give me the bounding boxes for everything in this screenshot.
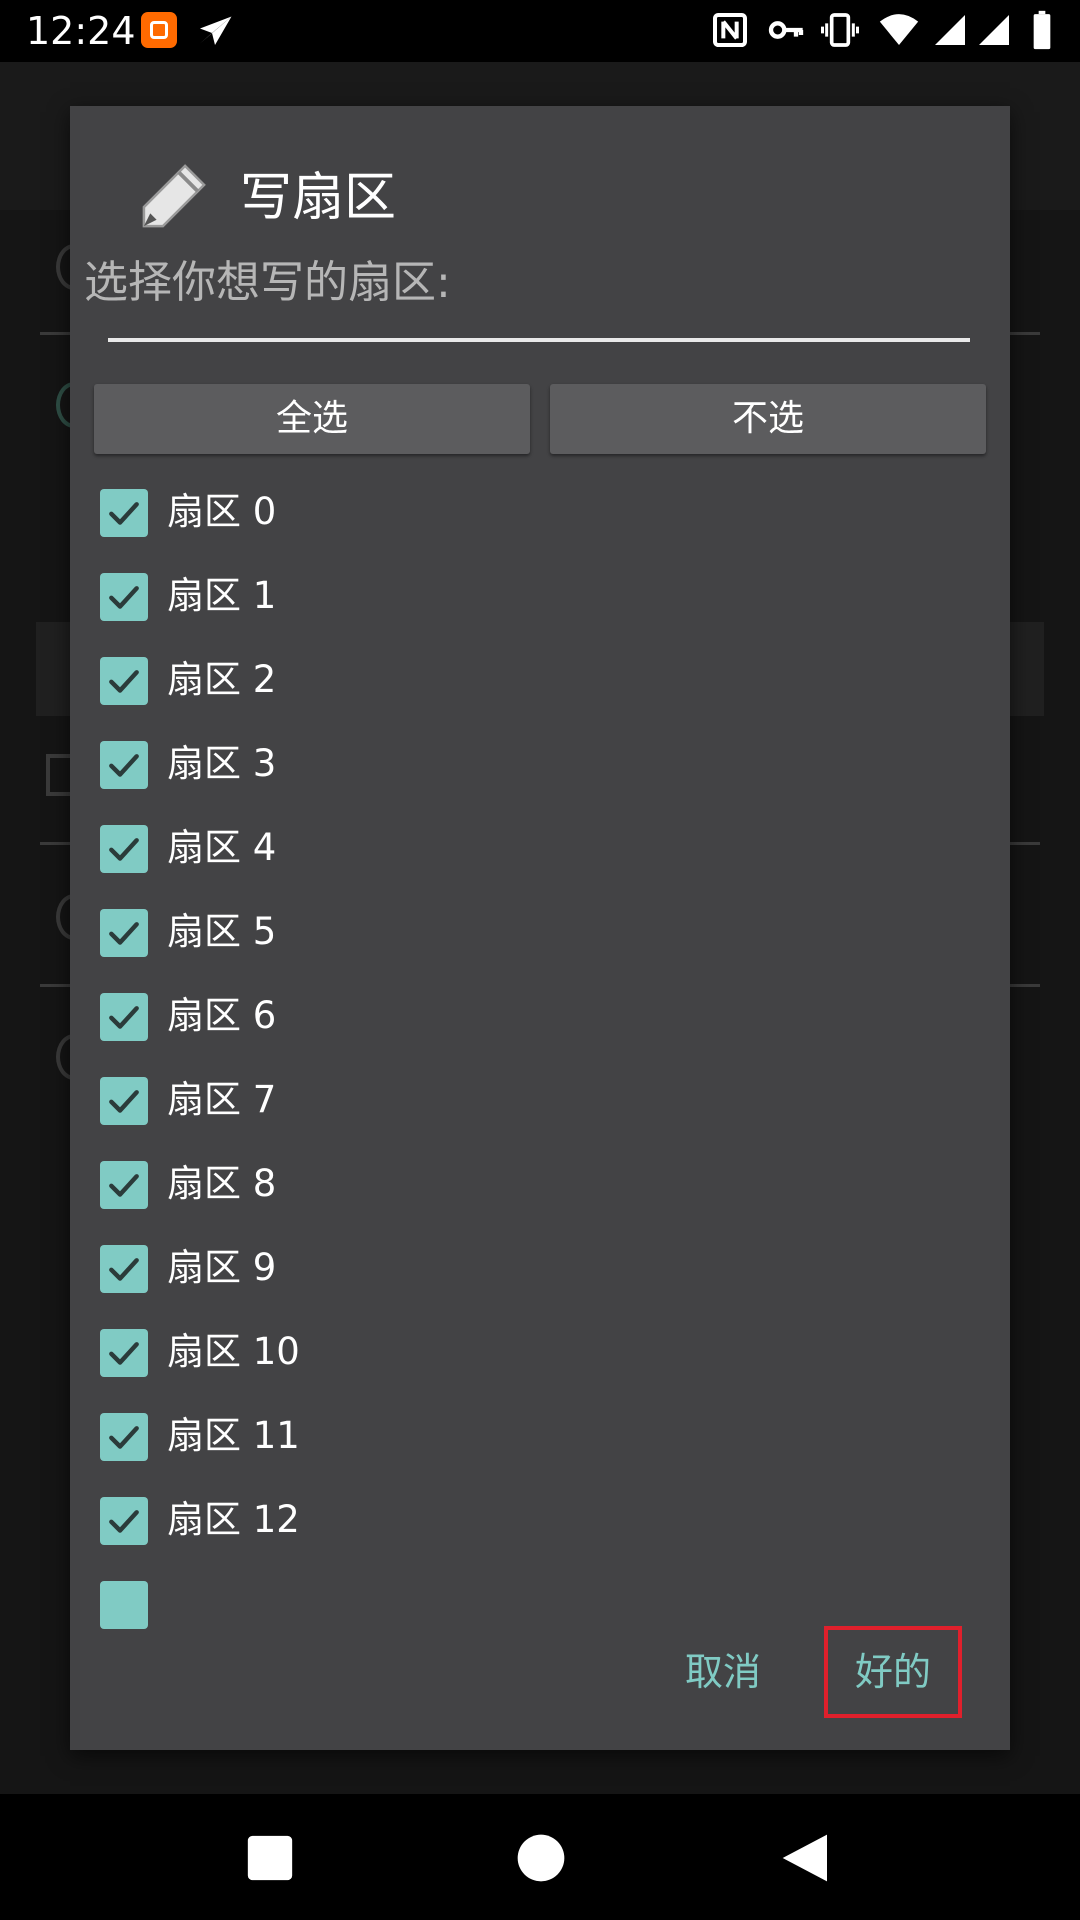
select-none-button[interactable]: 不选	[550, 384, 986, 454]
sector-label: 扇区 5	[167, 910, 277, 953]
sector-label: 扇区 0	[167, 490, 277, 533]
prompt-underline	[108, 338, 970, 342]
sector-list-item[interactable]: 扇区 11	[70, 1392, 1010, 1476]
sector-list-item[interactable]: 扇区 0	[70, 468, 1010, 552]
sector-list[interactable]: 扇区 0 扇区 1 扇区 2 扇区 3 扇区 4 扇区 5 扇区 6 扇区 7 扇区 8 扇区 9…	[70, 468, 1010, 1696]
sector-checkbox[interactable]	[100, 825, 148, 873]
dialog-prompt: 选择你想写的扇区:	[84, 257, 451, 308]
check-icon	[109, 1258, 139, 1281]
sector-checkbox[interactable]	[100, 1077, 148, 1125]
check-icon	[109, 502, 139, 525]
nfc-icon	[713, 13, 747, 47]
signal-icon	[979, 15, 1009, 45]
sector-list-item[interactable]: 扇区 7	[70, 1056, 1010, 1140]
back-triangle-icon[interactable]	[778, 1830, 834, 1886]
send-icon	[200, 16, 232, 45]
sector-checkbox[interactable]	[100, 573, 148, 621]
home-circle-icon[interactable]	[513, 1830, 569, 1886]
sector-checkbox[interactable]	[100, 909, 148, 957]
sector-list-item[interactable]: 扇区 1	[70, 552, 1010, 636]
sector-label: 扇区 1	[167, 574, 277, 617]
sector-label: 扇区 9	[167, 1246, 277, 1289]
ok-button[interactable]: 好的	[824, 1626, 962, 1718]
sector-list-item[interactable]: 扇区 5	[70, 888, 1010, 972]
wifi-icon	[879, 14, 919, 45]
check-icon	[109, 1006, 139, 1029]
status-time: 12:24	[26, 9, 136, 53]
check-icon	[109, 1510, 139, 1533]
sector-checkbox[interactable]	[100, 1329, 148, 1377]
check-icon	[109, 1090, 139, 1113]
check-icon	[109, 922, 139, 945]
sector-checkbox[interactable]	[100, 489, 148, 537]
navigation-bar	[0, 1794, 1080, 1920]
sector-label: 扇区 3	[167, 742, 277, 785]
sector-label: 扇区 10	[167, 1330, 300, 1373]
pencil-icon	[142, 164, 206, 228]
sector-label: 扇区 8	[167, 1162, 277, 1205]
sector-checkbox[interactable]	[100, 993, 148, 1041]
check-icon	[109, 838, 139, 861]
sector-list-item[interactable]: 扇区 9	[70, 1224, 1010, 1308]
check-icon	[109, 1174, 139, 1197]
sector-list-item[interactable]: 扇区 2	[70, 636, 1010, 720]
status-bar: 12:24	[0, 0, 1080, 62]
vibrate-icon	[821, 13, 859, 47]
recents-square-icon[interactable]	[242, 1830, 298, 1886]
check-icon	[109, 1342, 139, 1365]
sector-checkbox[interactable]	[100, 741, 148, 789]
check-icon	[109, 754, 139, 777]
dialog-title: 写扇区	[240, 168, 397, 228]
sector-list-item[interactable]: 扇区 8	[70, 1140, 1010, 1224]
check-icon	[109, 670, 139, 693]
check-icon	[109, 586, 139, 609]
sector-checkbox[interactable]	[100, 1413, 148, 1461]
vpn-key-icon	[768, 21, 804, 39]
sector-label: 扇区 7	[167, 1078, 277, 1121]
write-sectors-dialog: 写扇区 选择你想写的扇区: 全选 不选 扇区 0 扇区 1 扇区 2 扇区 3 扇区 4…	[70, 106, 1010, 1750]
sector-checkbox[interactable]	[100, 1497, 148, 1545]
signal-icon	[935, 15, 965, 45]
battery-icon	[1033, 10, 1051, 50]
sector-label: 扇区 12	[167, 1498, 300, 1541]
sector-label: 扇区 6	[167, 994, 277, 1037]
sector-list-item[interactable]: 扇区 3	[70, 720, 1010, 804]
sector-label: 扇区 4	[167, 826, 277, 869]
sector-list-item[interactable]: 扇区 12	[70, 1476, 1010, 1560]
sector-list-item[interactable]: 扇区 10	[70, 1308, 1010, 1392]
sector-list-item[interactable]: 扇区 4	[70, 804, 1010, 888]
mi-app-icon	[141, 12, 177, 48]
sector-checkbox[interactable]	[100, 1245, 148, 1293]
sector-checkbox[interactable]	[100, 1581, 148, 1629]
select-all-button[interactable]: 全选	[94, 384, 530, 454]
sector-checkbox[interactable]	[100, 657, 148, 705]
sector-label: 扇区 11	[167, 1414, 300, 1457]
check-icon	[109, 1426, 139, 1449]
sector-checkbox[interactable]	[100, 1161, 148, 1209]
sector-list-item[interactable]: 扇区 6	[70, 972, 1010, 1056]
cancel-button[interactable]: 取消	[663, 1626, 783, 1718]
sector-label: 扇区 2	[167, 658, 277, 701]
